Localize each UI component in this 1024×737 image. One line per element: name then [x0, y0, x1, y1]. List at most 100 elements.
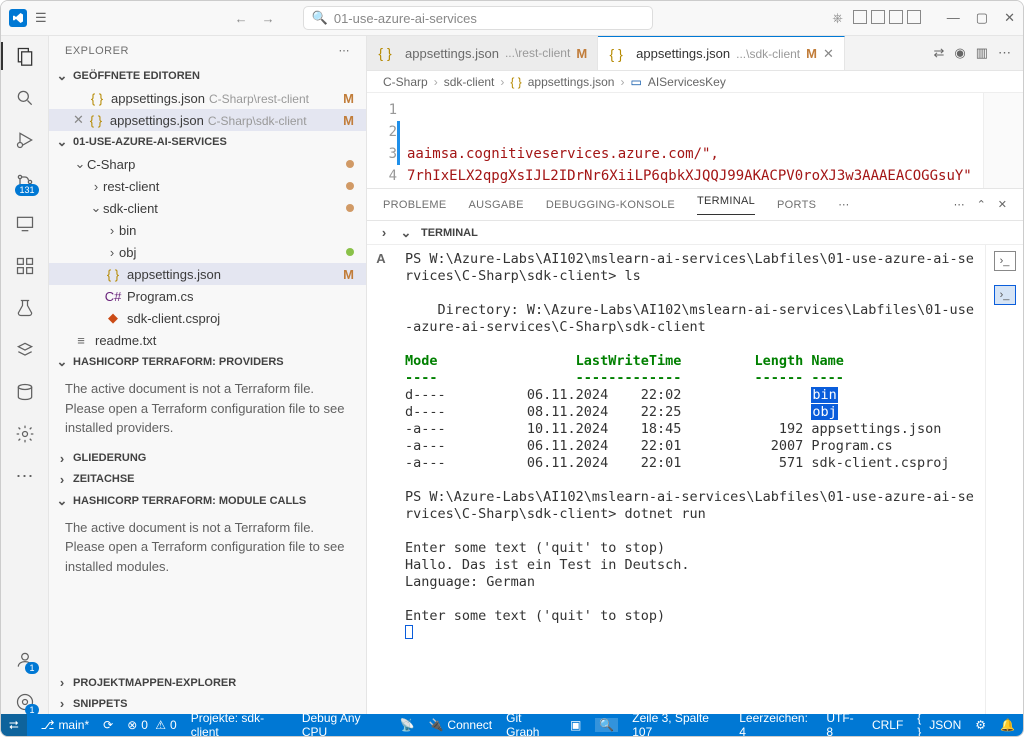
remote-indicator[interactable]: ⮂: [1, 714, 27, 736]
nav-back[interactable]: ←: [235, 11, 248, 26]
layout-bottom-icon[interactable]: [871, 10, 885, 24]
status-encoding[interactable]: UTF-8: [826, 711, 858, 737]
panel-more-icon[interactable]: ⋯: [838, 198, 849, 211]
nav-forward[interactable]: →: [262, 11, 275, 26]
compare-icon[interactable]: ⇄: [933, 45, 944, 61]
tab-rest-client[interactable]: { }appsettings.json...\rest-clientM: [367, 36, 598, 70]
panel-tab-ausgabe[interactable]: AUSGABE: [469, 199, 524, 211]
terminal-group-label: TERMINAL: [421, 227, 478, 239]
panel-tab-terminal[interactable]: TERMINAL: [697, 195, 755, 215]
vscode-logo: [9, 9, 27, 27]
open-editors-header[interactable]: ⌄GEÖFFNETE EDITOREN: [49, 65, 366, 87]
minimize-button[interactable]: —: [947, 10, 960, 26]
status-problems[interactable]: ⊗ 0 ⚠ 0: [127, 718, 177, 732]
folder-csharp[interactable]: ⌄C-Sharp: [49, 153, 366, 175]
terminal-instance-2[interactable]: ›_: [994, 285, 1016, 305]
split-icon[interactable]: ▥: [976, 45, 988, 61]
status-broadcast[interactable]: 📡: [400, 718, 415, 732]
terraform-modules-text: The active document is not a Terraform f…: [49, 512, 366, 587]
accounts-badge: 1: [25, 662, 38, 674]
panel-close-icon[interactable]: ✕: [998, 198, 1007, 211]
file-readme[interactable]: ≡readme.txt: [49, 329, 366, 351]
minimap[interactable]: [983, 93, 1023, 188]
folder-bin[interactable]: ›bin: [49, 219, 366, 241]
terminal[interactable]: PS W:\Azure-Labs\AI102\mslearn-ai-servic…: [395, 245, 985, 714]
layout-full-icon[interactable]: [907, 10, 921, 24]
status-feedback-icon[interactable]: ⚙: [975, 718, 986, 732]
activity-bar: 131 ⋯ 1 1: [1, 36, 49, 714]
sidebar-more-icon[interactable]: ⋯: [339, 44, 351, 57]
search-activity-icon[interactable]: [13, 86, 37, 110]
status-live-icon[interactable]: ▣: [570, 718, 581, 732]
panel-tab-ports[interactable]: PORTS: [777, 199, 816, 211]
status-bar: ⮂ ⎇ main* ⟳ ⊗ 0 ⚠ 0 Projekte: sdk-client…: [1, 714, 1023, 736]
status-projekte[interactable]: Projekte: sdk-client: [191, 711, 288, 737]
terminal-instance-1[interactable]: ›_: [994, 251, 1016, 271]
explorer-icon[interactable]: [13, 44, 37, 68]
sidebar: EXPLORER ⋯ ⌄GEÖFFNETE EDITOREN { }appset…: [49, 36, 367, 714]
projektmappen-header[interactable]: ›PROJEKTMAPPEN-EXPLORER: [49, 672, 366, 693]
status-eol[interactable]: CRLF: [872, 718, 903, 732]
folder-obj[interactable]: ›obj: [49, 241, 366, 263]
titlebar: ☰ ← → 🔍 01-use-azure-ai-services ⎈ — ▢ ✕: [1, 1, 1023, 36]
status-branch[interactable]: ⎇ main*: [41, 718, 90, 732]
maximize-button[interactable]: ▢: [976, 10, 988, 26]
preview-icon[interactable]: ◉: [954, 45, 965, 61]
panel-maximize-icon[interactable]: ⌃: [977, 198, 986, 211]
status-gitgraph[interactable]: Git Graph: [506, 711, 556, 737]
tab-sdk-client[interactable]: { }appsettings.json...\sdk-clientM✕: [598, 36, 845, 70]
layout-left-icon[interactable]: [853, 10, 867, 24]
zeitachse-header[interactable]: ›ZEITACHSE: [49, 469, 366, 490]
settings-gear-icon[interactable]: [13, 422, 37, 446]
status-connect[interactable]: 🔌 Connect: [428, 718, 492, 732]
gutter-change-indicator: [397, 121, 400, 165]
file-program-cs[interactable]: C#Program.cs: [49, 285, 366, 307]
folder-rest-client[interactable]: ›rest-client: [49, 175, 366, 197]
status-sync[interactable]: ⟳: [103, 718, 113, 732]
extensions-icon[interactable]: [13, 254, 37, 278]
file-appsettings[interactable]: { }appsettings.jsonM: [49, 263, 366, 285]
open-editor-row[interactable]: ✕{ }appsettings.jsonC-Sharp\sdk-clientM: [49, 109, 366, 131]
code-editor[interactable]: 1234 aaimsa.cognitiveservices.azure.com/…: [367, 93, 1023, 188]
editor-tabs: { }appsettings.json...\rest-clientM { }a…: [367, 36, 1023, 71]
close-icon[interactable]: ✕: [823, 46, 834, 62]
folder-sdk-client[interactable]: ⌄sdk-client: [49, 197, 366, 219]
panel-tab-probleme[interactable]: PROBLEME: [383, 199, 447, 211]
layout-right-icon[interactable]: [889, 10, 903, 24]
debug-icon[interactable]: [13, 128, 37, 152]
remote-explorer-icon[interactable]: [13, 212, 37, 236]
command-center[interactable]: 🔍 01-use-azure-ai-services: [303, 6, 653, 30]
copilot-icon[interactable]: ⎈: [832, 10, 842, 26]
status-debug-target[interactable]: Debug Any CPU: [302, 711, 386, 737]
terraform-modules-header[interactable]: ⌄HASHICORP TERRAFORM: MODULE CALLS: [49, 490, 366, 512]
more-actions-icon[interactable]: ⋯: [998, 45, 1011, 61]
workspace-header[interactable]: ⌄01-USE-AZURE-AI-SERVICES: [49, 131, 366, 153]
search-text: 01-use-azure-ai-services: [334, 11, 477, 26]
accounts-icon[interactable]: 1: [13, 648, 37, 672]
status-cursor-pos[interactable]: Zeile 3, Spalte 107: [632, 711, 725, 737]
testing-icon[interactable]: [13, 296, 37, 320]
manage-icon[interactable]: 1: [13, 690, 37, 714]
breadcrumb[interactable]: C-Sharp› sdk-client› { }appsettings.json…: [367, 71, 1023, 93]
status-indent[interactable]: Leerzeichen: 4: [739, 711, 812, 737]
sidebar-title: EXPLORER: [65, 45, 129, 57]
terraform-icon[interactable]: [13, 338, 37, 362]
panel-tab-debug[interactable]: DEBUGGING-KONSOLE: [546, 199, 675, 211]
status-search-icon[interactable]: 🔍: [595, 718, 618, 732]
terraform-providers-text: The active document is not a Terraform f…: [49, 373, 366, 448]
hamburger-menu[interactable]: ☰: [35, 10, 47, 26]
gliederung-header[interactable]: ›GLIEDERUNG: [49, 448, 366, 469]
bottom-panel: PROBLEME AUSGABE DEBUGGING-KONSOLE TERMI…: [367, 188, 1023, 714]
panel-ellipsis-icon[interactable]: ⋯: [954, 198, 965, 211]
file-csproj[interactable]: ◆sdk-client.csproj: [49, 307, 366, 329]
close-icon[interactable]: ✕: [73, 112, 84, 128]
database-icon[interactable]: [13, 380, 37, 404]
terraform-providers-header[interactable]: ⌄HASHICORP TERRAFORM: PROVIDERS: [49, 351, 366, 373]
terminal-sidebar: ›_ ›_: [985, 245, 1023, 714]
status-language[interactable]: { } JSON: [917, 711, 961, 737]
source-control-icon[interactable]: 131: [13, 170, 37, 194]
close-window-button[interactable]: ✕: [1004, 10, 1015, 26]
open-editor-row[interactable]: { }appsettings.jsonC-Sharp\rest-clientM: [49, 87, 366, 109]
status-bell-icon[interactable]: 🔔: [1000, 718, 1015, 732]
more-icon[interactable]: ⋯: [13, 464, 37, 488]
